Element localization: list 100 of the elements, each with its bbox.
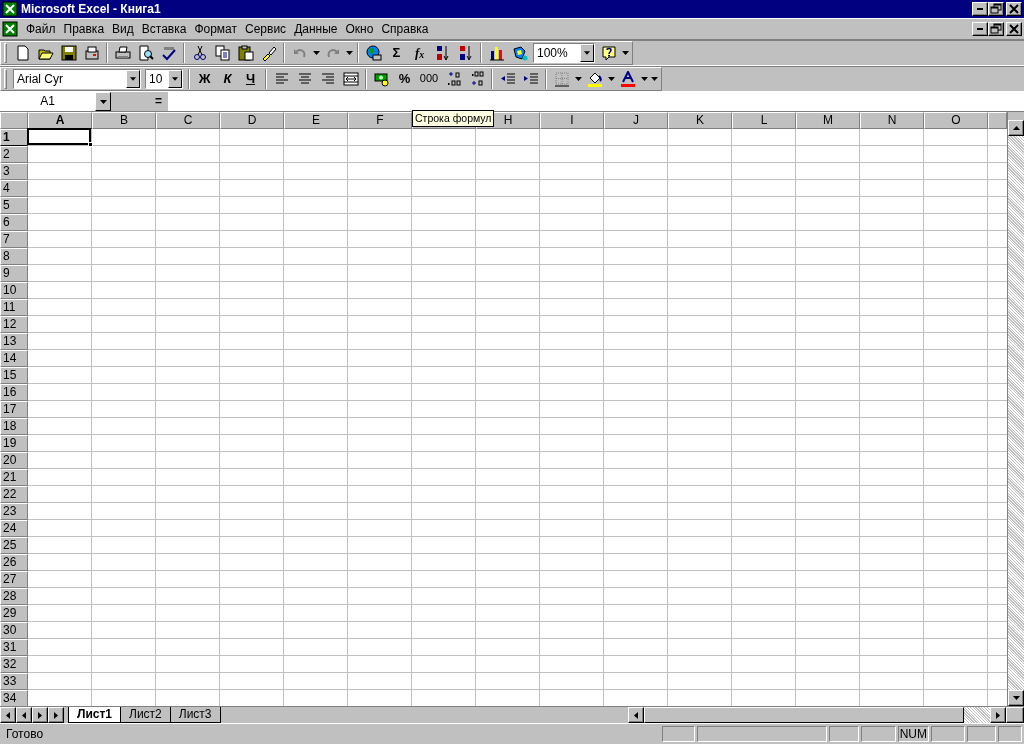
row-header[interactable]: 17 [0, 401, 28, 418]
column-header[interactable]: L [732, 112, 796, 129]
row-header[interactable]: 27 [0, 571, 28, 588]
sheet-tab[interactable]: Лист2 [120, 707, 171, 723]
row-header[interactable]: 24 [0, 520, 28, 537]
row-header[interactable]: 29 [0, 605, 28, 622]
scroll-right-button[interactable] [990, 707, 1006, 723]
column-header[interactable]: O [924, 112, 988, 129]
menu-item[interactable]: Сервис [241, 21, 291, 37]
row-header[interactable]: 20 [0, 452, 28, 469]
close-button[interactable] [1006, 2, 1022, 16]
blank-page-icon [14, 45, 31, 61]
menu-item[interactable]: Вид [108, 21, 138, 37]
up-arrow-icon [1012, 126, 1020, 130]
row-header[interactable]: 25 [0, 537, 28, 554]
name-box-dropdown[interactable] [95, 92, 111, 111]
close-button[interactable] [1006, 22, 1022, 36]
align-left-icon [273, 71, 290, 87]
borders-icon [553, 71, 570, 87]
column-header[interactable]: I [540, 112, 604, 129]
column-header[interactable]: E [284, 112, 348, 129]
row-header[interactable]: 34 [0, 690, 28, 706]
font-name-combo[interactable]: Arial Cyr [13, 69, 141, 89]
menu-item[interactable]: Данные [290, 21, 342, 37]
name-box[interactable]: A1 [0, 92, 95, 111]
sheet-tab[interactable]: Лист1 [68, 707, 122, 723]
split-box[interactable] [1006, 707, 1024, 723]
row-header[interactable]: 15 [0, 367, 28, 384]
row-header[interactable]: 33 [0, 673, 28, 690]
row-header[interactable]: 26 [0, 554, 28, 571]
row-header[interactable]: 12 [0, 316, 28, 333]
menu-item[interactable]: Окно [341, 21, 378, 37]
row-header[interactable]: 2 [0, 146, 28, 163]
restore-button[interactable] [988, 22, 1004, 36]
row-header[interactable]: 4 [0, 180, 28, 197]
row-header[interactable]: 22 [0, 486, 28, 503]
formula-input[interactable] [168, 92, 1024, 111]
row-header[interactable]: 14 [0, 350, 28, 367]
row-header[interactable]: 10 [0, 282, 28, 299]
down-arrow-icon [1012, 696, 1020, 700]
row-header[interactable]: 21 [0, 469, 28, 486]
row-header[interactable]: 32 [0, 656, 28, 673]
row-header[interactable]: 28 [0, 588, 28, 605]
scroll-left-button[interactable] [628, 707, 644, 723]
cell-grid[interactable] [28, 129, 1007, 706]
row-header[interactable]: 9 [0, 265, 28, 282]
row-header[interactable]: 30 [0, 622, 28, 639]
zoom-combo[interactable]: 100% [533, 43, 595, 63]
scroll-up-button[interactable] [1008, 120, 1024, 136]
row-header[interactable]: 7 [0, 231, 28, 248]
row-header[interactable]: 18 [0, 418, 28, 435]
function-button[interactable]: f$_{x}$ [408, 42, 431, 64]
row-header[interactable]: 13 [0, 333, 28, 350]
first-sheet-button[interactable] [0, 707, 16, 723]
column-header[interactable]: C [156, 112, 220, 129]
menu-item[interactable]: Вставка [137, 21, 191, 37]
menu-item[interactable]: Формат [190, 21, 242, 37]
minimize-button[interactable] [972, 2, 988, 16]
thousands-button[interactable]: 000 [416, 68, 442, 90]
underline-button[interactable]: Ч [239, 68, 262, 90]
minimize-button[interactable] [972, 22, 988, 36]
copy-icon [214, 45, 231, 61]
row-header[interactable]: 31 [0, 639, 28, 656]
sort-descending-icon [457, 45, 474, 61]
column-header[interactable] [988, 112, 1007, 129]
autosum-button[interactable]: Σ [385, 42, 408, 64]
row-header[interactable]: 16 [0, 384, 28, 401]
scroll-down-button[interactable] [1008, 690, 1024, 706]
row-header[interactable]: 5 [0, 197, 28, 214]
column-header[interactable]: B [92, 112, 156, 129]
row-header[interactable]: 3 [0, 163, 28, 180]
column-header[interactable]: D [220, 112, 284, 129]
percent-button[interactable]: % [393, 68, 416, 90]
last-sheet-button[interactable] [48, 707, 64, 723]
column-header[interactable]: M [796, 112, 860, 129]
align-center-icon [296, 71, 313, 87]
column-header[interactable]: J [604, 112, 668, 129]
font-size-combo[interactable]: 10 [145, 69, 183, 89]
sheet-tab[interactable]: Лист3 [169, 707, 221, 723]
row-header[interactable]: 19 [0, 435, 28, 452]
column-header[interactable]: N [860, 112, 924, 129]
column-header[interactable]: F [348, 112, 412, 129]
row-header[interactable]: 11 [0, 299, 28, 316]
edit-formula-button[interactable]: = [153, 92, 164, 111]
bold-button[interactable]: Ж [193, 68, 216, 90]
horizontal-scrollbar-thumb[interactable] [644, 707, 964, 723]
prev-sheet-button[interactable] [16, 707, 32, 723]
active-cell[interactable] [27, 128, 91, 145]
next-sheet-button[interactable] [32, 707, 48, 723]
row-header[interactable]: 6 [0, 214, 28, 231]
menu-item[interactable]: Правка [59, 21, 109, 37]
menu-item[interactable]: Файл [22, 21, 60, 37]
row-header[interactable]: 8 [0, 248, 28, 265]
restore-button[interactable] [988, 2, 1004, 16]
select-all-button[interactable] [0, 112, 28, 129]
row-header[interactable]: 1 [0, 129, 28, 146]
italic-button[interactable]: К [216, 68, 239, 90]
row-header[interactable]: 23 [0, 503, 28, 520]
column-header[interactable]: K [668, 112, 732, 129]
menu-item[interactable]: Справка [377, 21, 433, 37]
